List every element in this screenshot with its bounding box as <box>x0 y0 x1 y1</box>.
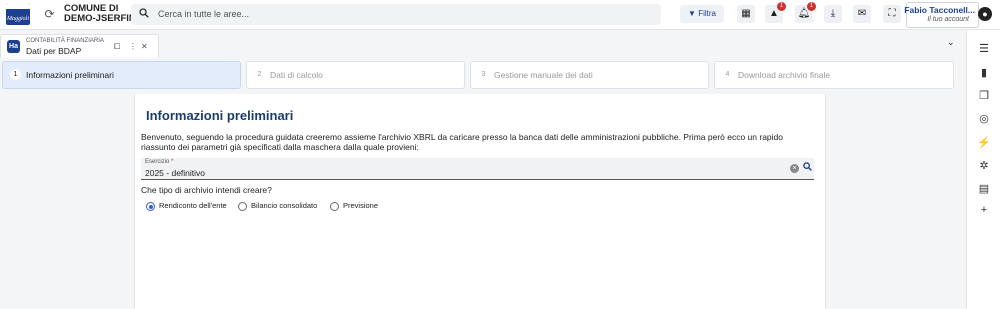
field-label: Esercizio * <box>145 159 173 165</box>
warning-badge: 1 <box>777 2 786 11</box>
notifications-badge: 1 <box>807 2 816 11</box>
avatar-icon[interactable]: ● <box>978 7 992 21</box>
right-toolbar: ☰ ▮ ❐ ◎ ⚡ ✲ ▤ + <box>966 30 1000 309</box>
clear-icon[interactable]: × <box>790 164 799 173</box>
chevron-down-icon[interactable]: ⌄ <box>947 37 955 48</box>
list-icon[interactable]: ☰ <box>976 42 992 56</box>
more-icon[interactable]: ⋮ <box>129 42 137 51</box>
esercizio-field[interactable]: Esercizio * 2025 - definitivo × <box>141 158 814 180</box>
bookmark-icon[interactable]: ⧠ <box>114 42 120 52</box>
field-value: 2025 - definitivo <box>145 168 206 178</box>
required-marker: * <box>171 159 174 165</box>
notifications-button[interactable]: 🔔︎ 1 <box>795 2 816 23</box>
step-label: Dati di calcolo <box>270 70 323 80</box>
intro-text: Benvenuto, seguendo la procedura guidata… <box>141 132 783 152</box>
fullscreen-icon[interactable]: ⛶ <box>883 5 901 23</box>
radio-selected-icon <box>146 202 155 211</box>
step-label: Gestione manuale dei dati <box>494 70 593 80</box>
calculator-icon[interactable]: ▤ <box>976 182 992 196</box>
user-account-button[interactable]: Fabio Tacconell... Il tuo account <box>904 2 979 28</box>
logo-text: Maggioli <box>7 16 29 22</box>
refresh-icon[interactable]: ⟳ <box>43 8 56 21</box>
field-label-text: Esercizio <box>145 159 170 165</box>
warning-button[interactable]: ▲ 1 <box>765 2 786 23</box>
user-account-label: Il tuo account <box>927 16 969 23</box>
user-name: Fabio Tacconell... <box>904 5 975 15</box>
main-panel: Informazioni preliminari Benvenuto, segu… <box>134 94 826 309</box>
radio-label: Previsione <box>343 201 379 210</box>
coins-icon[interactable]: ◎ <box>976 112 992 126</box>
organization-name: COMUNE DI DEMO-JSERFIN <box>64 4 136 24</box>
book-icon[interactable]: ▮ <box>976 66 992 80</box>
copy-icon[interactable]: ❐ <box>976 89 992 103</box>
close-icon[interactable]: ✕ <box>141 42 148 51</box>
search-icon <box>139 8 149 21</box>
filter-icon: ▼ <box>688 9 696 18</box>
global-search[interactable]: Cerca in tutte le aree... <box>131 4 661 25</box>
step-number: 4 <box>722 69 733 80</box>
download-icon[interactable]: ⤓ <box>824 5 842 23</box>
filter-button[interactable]: ▼ Filtra <box>680 5 724 23</box>
mail-icon[interactable]: ✉ <box>853 5 871 23</box>
step-label: Download archivio finale <box>738 70 831 80</box>
plus-icon[interactable]: + <box>976 203 992 217</box>
top-bar: Maggioli ⟳ COMUNE DI DEMO-JSERFIN Cerca … <box>0 0 1000 30</box>
step-download-archivio[interactable]: 4 Download archivio finale <box>714 61 954 89</box>
step-number: 2 <box>254 69 265 80</box>
radio-label: Rendiconto dell'ente <box>159 201 227 210</box>
maggioli-logo[interactable]: Maggioli <box>6 3 30 25</box>
step-label: Informazioni preliminari <box>26 70 114 80</box>
page-title: Informazioni preliminari <box>146 108 294 123</box>
tab-title: Dati per BDAP <box>26 46 82 56</box>
search-icon[interactable] <box>803 162 812 173</box>
network-icon[interactable]: ✲ <box>976 159 992 173</box>
search-input[interactable]: Cerca in tutte le aree... <box>158 9 249 19</box>
org-line-2: DEMO-JSERFIN <box>64 13 136 24</box>
dashboard-icon[interactable]: ▦ <box>737 5 755 23</box>
step-number: 3 <box>478 69 489 80</box>
tab-section: CONTABILITÀ FINANZIARIA <box>26 38 104 44</box>
step-informazioni-preliminari[interactable]: 1 Informazioni preliminari <box>2 61 241 89</box>
question-label: Che tipo di archivio intendi creare? <box>141 185 272 195</box>
step-dati-di-calcolo[interactable]: 2 Dati di calcolo <box>246 61 465 89</box>
plug-icon[interactable]: ⚡ <box>976 136 992 150</box>
radio-empty-icon <box>238 202 247 211</box>
filter-label: Filtra <box>698 9 716 18</box>
radio-empty-icon <box>330 202 339 211</box>
step-number: 1 <box>10 69 21 80</box>
module-badge: Ha <box>7 40 20 53</box>
tab-dati-bdap[interactable]: Ha CONTABILITÀ FINANZIARIA Dati per BDAP… <box>0 34 159 58</box>
step-gestione-manuale[interactable]: 3 Gestione manuale dei dati <box>470 61 709 89</box>
radio-label: Bilancio consolidato <box>251 201 318 210</box>
stepper: 1 Informazioni preliminari 2 Dati di cal… <box>0 61 966 89</box>
